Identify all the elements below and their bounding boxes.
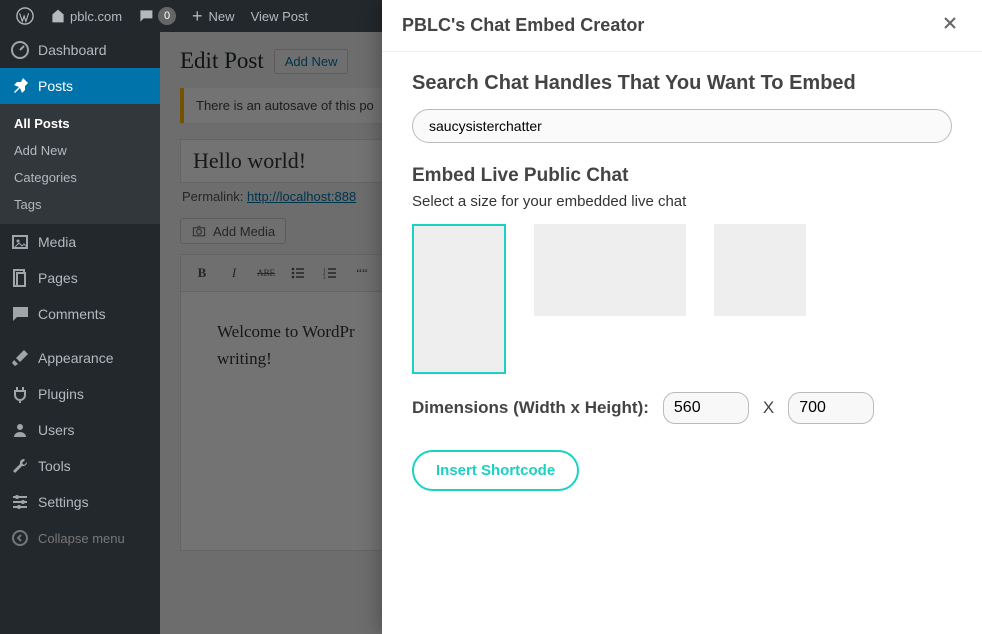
menu-settings[interactable]: Settings xyxy=(0,484,160,520)
menu-label: Media xyxy=(38,234,76,250)
menu-label: Users xyxy=(38,422,75,438)
menu-pages[interactable]: Pages xyxy=(0,260,160,296)
menu-comments[interactable]: Comments xyxy=(0,296,160,332)
pin-icon xyxy=(10,76,30,96)
menu-users[interactable]: Users xyxy=(0,412,160,448)
chat-handle-search-input[interactable] xyxy=(412,109,952,143)
menu-label: Dashboard xyxy=(38,42,107,58)
size-option-landscape[interactable] xyxy=(534,224,686,316)
view-post-label: View Post xyxy=(251,9,309,24)
close-icon xyxy=(942,15,958,31)
media-icon xyxy=(10,232,30,252)
menu-label: Tools xyxy=(38,458,71,474)
menu-appearance[interactable]: Appearance xyxy=(0,340,160,376)
view-post-link[interactable]: View Post xyxy=(243,0,317,32)
insert-shortcode-button[interactable]: Insert Shortcode xyxy=(412,450,579,491)
site-switcher[interactable]: pblc.com xyxy=(42,0,130,32)
embed-heading: Embed Live Public Chat xyxy=(412,165,952,187)
size-hint: Select a size for your embedded live cha… xyxy=(412,193,952,210)
posts-submenu: All Posts Add New Categories Tags xyxy=(0,104,160,224)
collapse-menu[interactable]: Collapse menu xyxy=(0,520,160,556)
menu-label: Settings xyxy=(38,494,89,510)
admin-sidemenu: Dashboard Posts All Posts Add New Catego… xyxy=(0,32,160,634)
menu-plugins[interactable]: Plugins xyxy=(0,376,160,412)
gauge-icon xyxy=(10,40,30,60)
modal-title: PBLC's Chat Embed Creator xyxy=(402,15,644,36)
submenu-categories[interactable]: Categories xyxy=(0,164,160,191)
dimensions-row: Dimensions (Width x Height): X xyxy=(412,392,952,424)
height-input[interactable] xyxy=(788,392,874,424)
comment-icon xyxy=(10,304,30,324)
menu-label: Appearance xyxy=(38,350,114,366)
site-name-label: pblc.com xyxy=(70,9,122,24)
comments-link[interactable]: 0 xyxy=(130,0,184,32)
dimensions-label: Dimensions (Width x Height): xyxy=(412,398,649,418)
menu-media[interactable]: Media xyxy=(0,224,160,260)
new-label: New xyxy=(209,9,235,24)
menu-label: Collapse menu xyxy=(38,531,125,546)
wp-logo[interactable] xyxy=(8,0,42,32)
wrench-icon xyxy=(10,456,30,476)
dimension-separator: X xyxy=(763,398,774,418)
size-option-portrait[interactable] xyxy=(412,224,506,374)
plus-icon: + xyxy=(192,7,203,25)
menu-label: Pages xyxy=(38,270,78,286)
new-content[interactable]: + New xyxy=(184,0,243,32)
size-options xyxy=(412,224,952,374)
submenu-add-new[interactable]: Add New xyxy=(0,137,160,164)
plug-icon xyxy=(10,384,30,404)
menu-label: Plugins xyxy=(38,386,84,402)
collapse-icon xyxy=(10,528,30,548)
search-heading: Search Chat Handles That You Want To Emb… xyxy=(412,72,952,95)
menu-label: Comments xyxy=(38,306,106,322)
modal-close-button[interactable] xyxy=(938,10,962,41)
modal-body: Search Chat Handles That You Want To Emb… xyxy=(382,52,982,511)
sliders-icon xyxy=(10,492,30,512)
size-option-square[interactable] xyxy=(714,224,806,316)
submenu-tags[interactable]: Tags xyxy=(0,191,160,218)
width-input[interactable] xyxy=(663,392,749,424)
modal-header: PBLC's Chat Embed Creator xyxy=(382,0,982,52)
menu-tools[interactable]: Tools xyxy=(0,448,160,484)
page-icon xyxy=(10,268,30,288)
submenu-all-posts[interactable]: All Posts xyxy=(0,110,160,137)
comments-count: 0 xyxy=(158,7,176,25)
chat-embed-modal: PBLC's Chat Embed Creator Search Chat Ha… xyxy=(382,0,982,634)
brush-icon xyxy=(10,348,30,368)
user-icon xyxy=(10,420,30,440)
menu-dashboard[interactable]: Dashboard xyxy=(0,32,160,68)
menu-posts[interactable]: Posts xyxy=(0,68,160,104)
menu-label: Posts xyxy=(38,78,73,94)
